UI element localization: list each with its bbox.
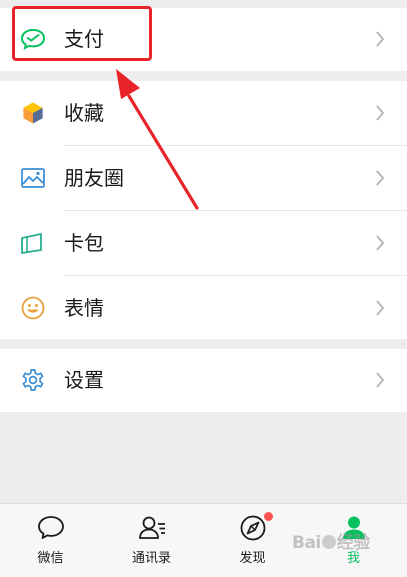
tab-contacts-label: 通讯录: [131, 551, 171, 566]
chevron-right-icon: [376, 105, 385, 121]
menu-item-moments-label: 朋友圈: [64, 166, 124, 190]
gear-icon: [22, 369, 44, 391]
settings-section: 设置: [0, 349, 407, 412]
menu-item-settings[interactable]: 设置: [0, 349, 407, 412]
smiley-icon: [21, 296, 45, 320]
chevron-right-icon: [376, 300, 385, 316]
annotation-highlight-box: [12, 6, 152, 61]
tab-discover[interactable]: 发现: [202, 504, 303, 577]
tab-discover-label: 发现: [239, 551, 266, 566]
menu-item-cards-label: 卡包: [64, 231, 104, 255]
tab-contacts[interactable]: 通讯录: [101, 504, 202, 577]
watermark-text-left: Bai: [292, 533, 321, 553]
chevron-right-icon: [376, 372, 385, 388]
paw-icon: [321, 535, 336, 549]
chat-bubble-icon: [38, 516, 64, 539]
menu-item-cards[interactable]: 卡包: [0, 211, 407, 275]
menu-item-settings-label: 设置: [64, 368, 104, 392]
menu-item-stickers[interactable]: 表情: [0, 276, 407, 340]
watermark-text-right: 经验: [336, 533, 371, 553]
chevron-right-icon: [376, 31, 385, 47]
menu-item-favorites[interactable]: 收藏: [0, 81, 407, 145]
cube-icon: [22, 101, 44, 125]
contacts-icon: [139, 516, 165, 539]
tab-chats-label: 微信: [37, 551, 64, 566]
card-icon: [21, 233, 42, 254]
baidu-jingyan-watermark: Bai 经验: [292, 528, 370, 553]
chevron-right-icon: [376, 170, 385, 186]
features-section: 收藏 朋友圈 卡包 表情: [0, 81, 407, 339]
menu-item-stickers-label: 表情: [64, 296, 104, 320]
image-icon: [21, 168, 45, 188]
chevron-right-icon: [376, 235, 385, 251]
tab-chats[interactable]: 微信: [0, 504, 101, 577]
menu-item-moments[interactable]: 朋友圈: [0, 146, 407, 210]
menu-item-favorites-label: 收藏: [64, 101, 104, 125]
discover-badge-dot: [264, 512, 273, 521]
